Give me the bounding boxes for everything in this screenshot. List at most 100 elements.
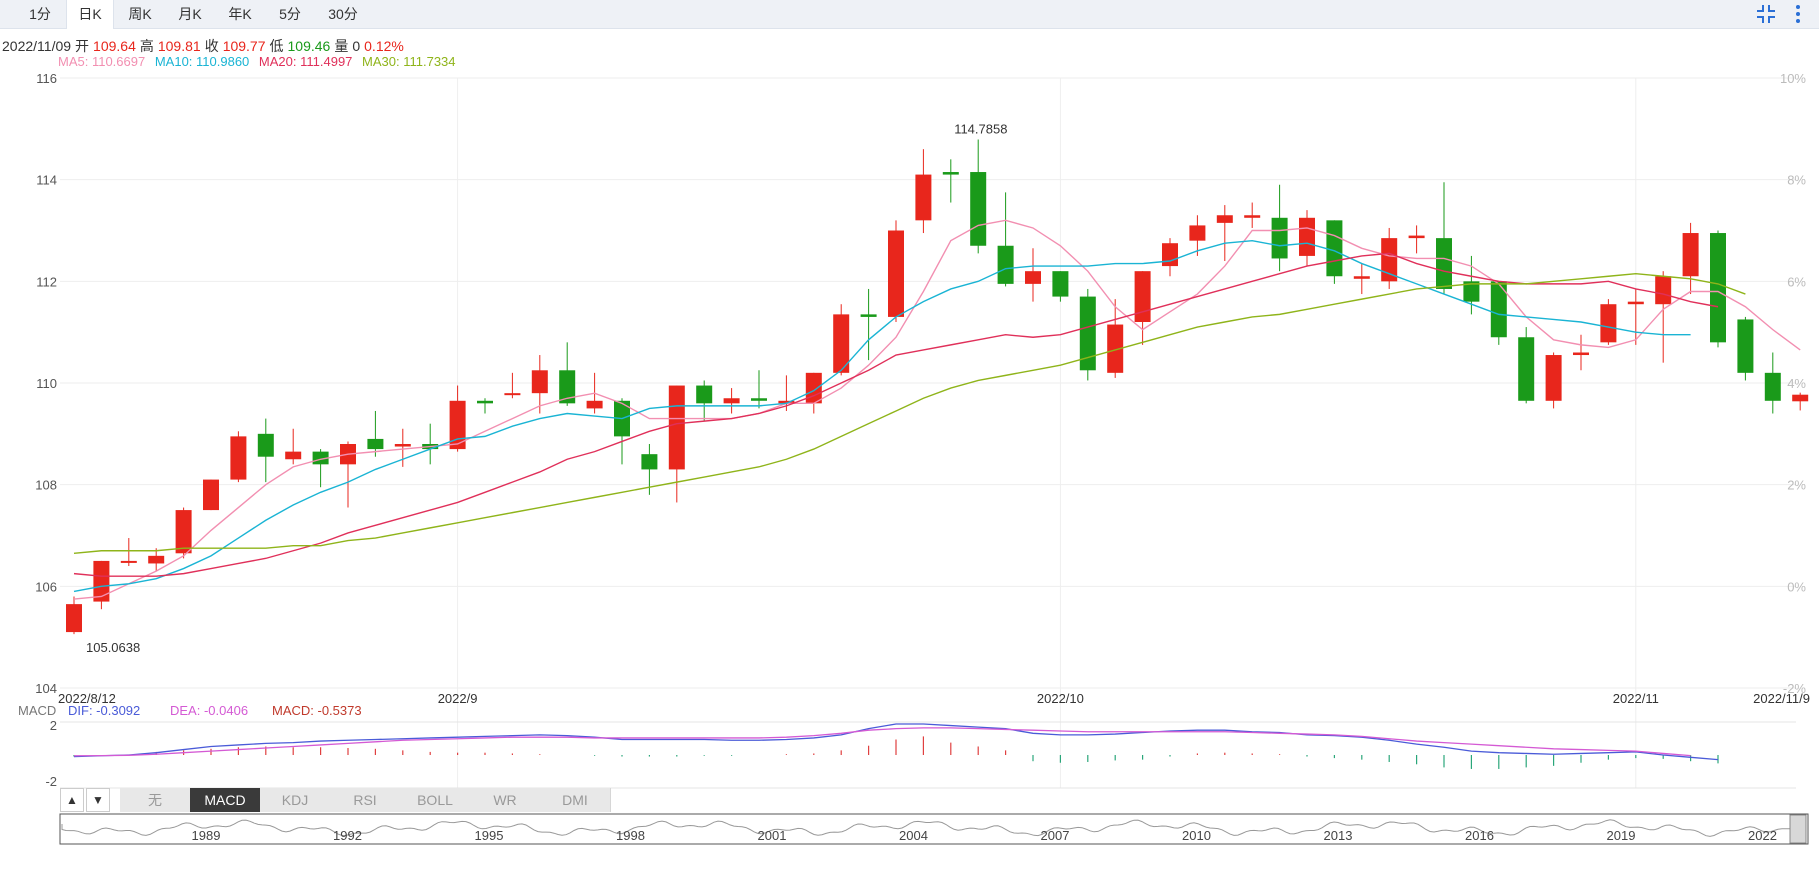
- y-tick-label: 108: [35, 478, 57, 493]
- candle-body: [1162, 243, 1178, 267]
- navigator-year-label: 2007: [1041, 828, 1070, 843]
- indicator-tab-boll[interactable]: BOLL: [400, 788, 471, 812]
- y-tick-label: 110: [36, 376, 57, 391]
- x-tick-label: 2022/11/9: [1753, 691, 1810, 706]
- candle-body: [970, 172, 987, 246]
- max-price-label: 114.7858: [954, 122, 1007, 137]
- scroll-down-button[interactable]: ▼: [86, 788, 110, 812]
- indicator-tab-macd[interactable]: MACD: [190, 788, 261, 812]
- candle-body: [1134, 271, 1151, 322]
- candle-body: [641, 454, 658, 470]
- candles: [66, 139, 1809, 635]
- x-tick-label: 2022/9: [438, 691, 478, 706]
- indicator-tab-none[interactable]: 无: [120, 788, 191, 812]
- candle-body: [1764, 372, 1781, 401]
- navigator-year-label: 2013: [1324, 828, 1353, 843]
- candle-body: [1737, 319, 1754, 373]
- candle-body: [668, 385, 685, 470]
- ma-lines: [73, 219, 1801, 600]
- macd-tick-label: -2: [45, 774, 57, 789]
- candle-body: [1353, 276, 1370, 279]
- navigator-year-label: 2004: [899, 828, 928, 843]
- candle-body: [504, 393, 521, 396]
- navigator-year-label: 2022: [1748, 828, 1777, 843]
- percent-tick-label: 0%: [1787, 579, 1806, 594]
- ma10-line: [73, 239, 1691, 593]
- candle-body: [1792, 394, 1809, 402]
- navigator-year-label: 2016: [1465, 828, 1494, 843]
- y-axis: 116 114 112 110 108 106 104: [35, 71, 57, 696]
- macd-legend: MACD: -0.5373: [272, 703, 362, 718]
- scroll-up-button[interactable]: ▲: [60, 788, 84, 812]
- x-tick-label: 2022/11: [1613, 691, 1659, 706]
- percent-tick-label: 4%: [1787, 376, 1806, 391]
- candle-body: [1436, 238, 1452, 289]
- candle-body: [1299, 217, 1315, 256]
- x-tick-label: 2022/10: [1037, 691, 1084, 706]
- candle-body: [696, 385, 713, 404]
- percent-tick-label: 2%: [1787, 478, 1806, 493]
- indicator-tab-dmi[interactable]: DMI: [540, 788, 611, 812]
- navigator-year-label: 2010: [1182, 828, 1211, 843]
- candle-body: [1326, 220, 1343, 277]
- candle-body: [997, 245, 1014, 284]
- candle-body: [1271, 217, 1288, 259]
- candle-body: [888, 230, 904, 317]
- percent-tick-label: 8%: [1787, 173, 1806, 188]
- candle-body: [1244, 215, 1261, 218]
- percent-tick-label: 10%: [1780, 71, 1806, 86]
- candle-body: [1408, 235, 1425, 239]
- candle-body: [1545, 355, 1562, 401]
- candle-body: [285, 451, 302, 460]
- navigator-year-label: 1989: [192, 828, 221, 843]
- candle-body: [1600, 304, 1617, 343]
- candle-body: [805, 372, 822, 404]
- candle-body: [751, 398, 767, 401]
- navigator-year-label: 1998: [616, 828, 645, 843]
- candle-body: [1682, 233, 1699, 277]
- candle-body: [1573, 352, 1589, 356]
- candle-body: [230, 436, 247, 480]
- candle-body: [120, 560, 137, 563]
- candle-body: [1216, 215, 1233, 223]
- navigator-frame: [59, 813, 1809, 845]
- candle-body: [1189, 225, 1206, 241]
- candle-body: [93, 560, 110, 602]
- navigator-year-label: 2001: [758, 828, 787, 843]
- dif-legend: DIF: -0.3092: [68, 703, 140, 718]
- candle-body: [175, 510, 192, 554]
- indicator-tab-kdj[interactable]: KDJ: [260, 788, 331, 812]
- candle-body: [586, 400, 603, 409]
- y-tick-label: 116: [36, 71, 57, 86]
- y-tick-label: 106: [35, 579, 57, 594]
- candle-body: [394, 444, 411, 447]
- candle-body: [1025, 271, 1041, 284]
- macd-y-axis: 2 -2: [45, 718, 57, 789]
- candle-body: [531, 370, 548, 394]
- candle-body: [1655, 276, 1672, 305]
- candle-body: [915, 174, 932, 221]
- navigator-year-label: 1992: [333, 828, 362, 843]
- candle-body: [477, 400, 493, 404]
- y-tick-label: 112: [36, 274, 57, 289]
- candle-body: [723, 398, 740, 404]
- indicator-tab-wr[interactable]: WR: [470, 788, 541, 812]
- navigator-year-label: 1995: [475, 828, 504, 843]
- candle-body: [1381, 238, 1398, 282]
- navigator-handle: [1789, 814, 1807, 844]
- percent-tick-label: 6%: [1787, 274, 1806, 289]
- candle-body: [1710, 233, 1726, 343]
- candle-body: [860, 314, 877, 317]
- history-navigator: 1989 1992 1995 1998 2001 2004 2007 2010 2013 2016…: [59, 813, 1809, 845]
- candle-body: [367, 438, 384, 450]
- kline-chart[interactable]: 116114112110108106104 10%8%6%4%2%0%-2% 2…: [0, 0, 1819, 880]
- candle-body: [203, 479, 219, 511]
- indicator-tab-rsi[interactable]: RSI: [330, 788, 401, 812]
- candle-body: [148, 555, 165, 564]
- dea-legend: DEA: -0.0406: [170, 703, 248, 718]
- ma5-line: [73, 219, 1801, 600]
- candle-body: [1627, 301, 1644, 305]
- candle-body: [1052, 271, 1069, 297]
- y-tick-label: 104: [35, 681, 57, 696]
- macd-title: MACD: [18, 703, 56, 718]
